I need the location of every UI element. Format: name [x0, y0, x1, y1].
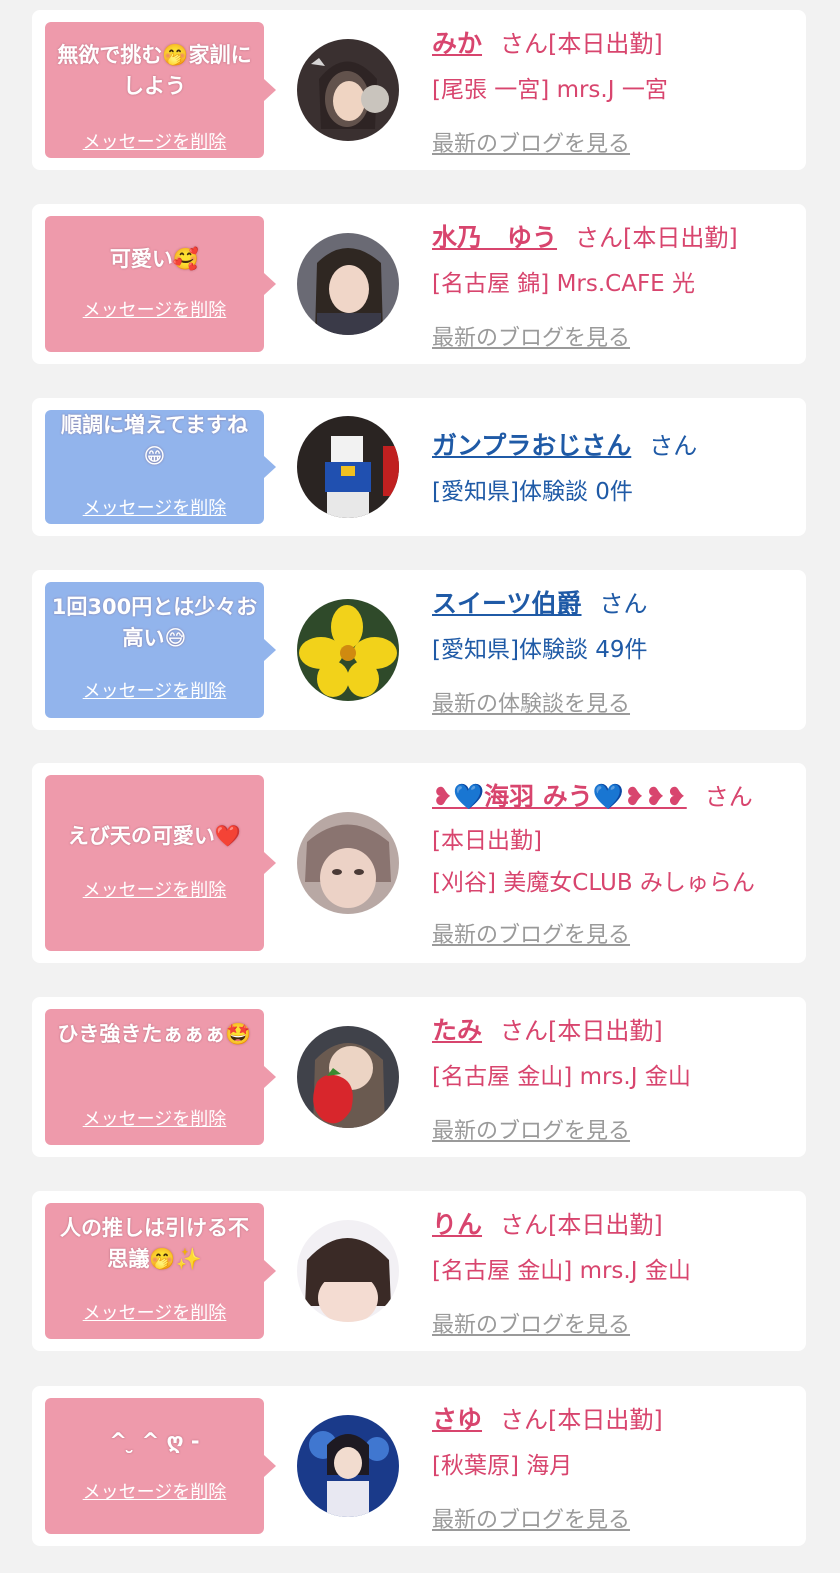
- message-text: ^ ̮ ^ ღ -: [109, 1429, 200, 1453]
- message-card: 人の推しは引ける不思議🤭✨ メッセージを削除 りん さん[本日出勤] [名古屋 金…: [32, 1191, 806, 1351]
- latest-blog-link[interactable]: 最新のブログを見る: [432, 126, 802, 158]
- message-bubble: 無欲で挑む🤭家訓にしよう メッセージを削除: [45, 22, 276, 158]
- message-text: えび天の可愛い❤️: [67, 824, 242, 848]
- sender-suffix: さん: [599, 590, 648, 618]
- status-text: [本日出勤]: [432, 828, 542, 854]
- shop-text: [名古屋 金山] mrs.J 金山: [432, 1064, 691, 1090]
- message-card: 順調に増えてますね😁 メッセージを削除 ガンプラおじさん さん [愛知県]体験談 …: [32, 398, 806, 536]
- message-bubble: えび天の可愛い❤️ メッセージを削除: [45, 775, 276, 951]
- message-card: ひき強きたぁぁぁ🤩 メッセージを削除 たみ さん[本日出勤] [名古屋 金山] m…: [32, 997, 806, 1157]
- sender-name-link[interactable]: ガンプラおじさん: [432, 431, 631, 460]
- message-card: ^ ̮ ^ ღ - メッセージを削除 さゆ さん[本日出勤] [秋葉原] 海月 最…: [32, 1386, 806, 1546]
- sender-suffix: さん: [649, 432, 698, 460]
- sender-name-link[interactable]: さゆ: [432, 1405, 482, 1434]
- avatar[interactable]: [297, 39, 399, 141]
- delete-message-button[interactable]: メッセージを削除: [45, 677, 264, 703]
- message-card: 無欲で挑む🤭家訓にしよう メッセージを削除 みか さん[本日出勤] [尾張 一宮]…: [32, 10, 806, 170]
- sender-info: スイーツ伯爵 さん [愛知県]体験談 49件 最新の体験談を見る: [432, 584, 802, 718]
- sender-name-link[interactable]: スイーツ伯爵: [432, 589, 582, 618]
- message-bubble: 可愛い🥰 メッセージを削除: [45, 216, 276, 352]
- message-bubble: 1回300円とは少々お高い😅 メッセージを削除: [45, 582, 276, 718]
- latest-blog-link[interactable]: 最新のブログを見る: [432, 917, 802, 949]
- review-count-text: [愛知県]体験談 0件: [432, 479, 633, 505]
- sender-info: たみ さん[本日出勤] [名古屋 金山] mrs.J 金山 最新のブログを見る: [432, 1011, 802, 1145]
- delete-message-button[interactable]: メッセージを削除: [45, 876, 264, 902]
- avatar[interactable]: [297, 1220, 399, 1322]
- message-card: えび天の可愛い❤️ メッセージを削除 ❥💙海羽 みう💙❥❥❥ さん [本日出勤] …: [32, 763, 806, 963]
- latest-blog-link[interactable]: 最新のブログを見る: [432, 320, 802, 352]
- message-text: 順調に増えてますね😁: [61, 413, 248, 468]
- review-count-text: [愛知県]体験談 49件: [432, 637, 648, 663]
- delete-message-button[interactable]: メッセージを削除: [45, 494, 264, 520]
- avatar[interactable]: [297, 233, 399, 335]
- avatar[interactable]: [297, 599, 399, 701]
- latest-review-link[interactable]: 最新の体験談を見る: [432, 686, 802, 718]
- sender-suffix: さん[本日出勤]: [575, 224, 738, 252]
- delete-message-button[interactable]: メッセージを削除: [45, 128, 264, 154]
- sender-suffix: さん: [704, 783, 753, 811]
- sender-suffix: さん[本日出勤]: [500, 1017, 663, 1045]
- sender-info: 水乃 ゆう さん[本日出勤] [名古屋 錦] Mrs.CAFE 光 最新のブログを…: [432, 218, 802, 352]
- message-card: 1回300円とは少々お高い😅 メッセージを削除 スイーツ伯爵 さん [愛知県]体験…: [32, 570, 806, 730]
- sender-name-link[interactable]: 水乃 ゆう: [432, 223, 557, 252]
- sender-info: ガンプラおじさん さん [愛知県]体験談 0件: [432, 426, 802, 506]
- message-text: 無欲で挑む🤭家訓にしよう: [57, 43, 252, 98]
- message-card: 可愛い🥰 メッセージを削除 水乃 ゆう さん[本日出勤] [名古屋 錦] Mrs.…: [32, 204, 806, 364]
- message-bubble: 人の推しは引ける不思議🤭✨ メッセージを削除: [45, 1203, 276, 1339]
- sender-info: みか さん[本日出勤] [尾張 一宮] mrs.J 一宮 最新のブログを見る: [432, 24, 802, 158]
- delete-message-button[interactable]: メッセージを削除: [45, 296, 264, 322]
- sender-name-link[interactable]: ❥💙海羽 みう💙❥❥❥: [432, 782, 687, 811]
- delete-message-button[interactable]: メッセージを削除: [45, 1478, 264, 1504]
- delete-message-button[interactable]: メッセージを削除: [45, 1105, 264, 1131]
- sender-suffix: さん[本日出勤]: [500, 1211, 663, 1239]
- sender-suffix: さん[本日出勤]: [500, 1406, 663, 1434]
- shop-text: [名古屋 錦] Mrs.CAFE 光: [432, 271, 696, 297]
- sender-name-link[interactable]: たみ: [432, 1016, 482, 1045]
- message-bubble: 順調に増えてますね😁 メッセージを削除: [45, 410, 276, 524]
- shop-text: [秋葉原] 海月: [432, 1453, 573, 1479]
- shop-text: [名古屋 金山] mrs.J 金山: [432, 1258, 691, 1284]
- latest-blog-link[interactable]: 最新のブログを見る: [432, 1502, 802, 1534]
- message-text: 1回300円とは少々お高い😅: [51, 595, 258, 650]
- delete-message-button[interactable]: メッセージを削除: [45, 1299, 264, 1325]
- sender-name-link[interactable]: みか: [432, 29, 482, 58]
- sender-info: ❥💙海羽 みう💙❥❥❥ さん [本日出勤] [刈谷] 美魔女CLUB みしゅらん …: [432, 777, 802, 949]
- sender-info: さゆ さん[本日出勤] [秋葉原] 海月 最新のブログを見る: [432, 1400, 802, 1534]
- latest-blog-link[interactable]: 最新のブログを見る: [432, 1307, 802, 1339]
- avatar[interactable]: [297, 1026, 399, 1128]
- avatar[interactable]: [297, 1415, 399, 1517]
- sender-info: りん さん[本日出勤] [名古屋 金山] mrs.J 金山 最新のブログを見る: [432, 1205, 802, 1339]
- message-text: ひき強きたぁぁぁ🤩: [57, 1022, 252, 1046]
- shop-text: [刈谷] 美魔女CLUB みしゅらん: [432, 870, 755, 896]
- message-bubble: ひき強きたぁぁぁ🤩 メッセージを削除: [45, 1009, 276, 1145]
- sender-suffix: さん[本日出勤]: [500, 30, 663, 58]
- avatar[interactable]: [297, 812, 399, 914]
- avatar[interactable]: [297, 416, 399, 518]
- latest-blog-link[interactable]: 最新のブログを見る: [432, 1113, 802, 1145]
- shop-text: [尾張 一宮] mrs.J 一宮: [432, 77, 668, 103]
- message-text: 可愛い🥰: [109, 247, 200, 271]
- sender-name-link[interactable]: りん: [432, 1210, 482, 1239]
- message-text: 人の推しは引ける不思議🤭✨: [60, 1216, 249, 1271]
- message-bubble: ^ ̮ ^ ღ - メッセージを削除: [45, 1398, 276, 1534]
